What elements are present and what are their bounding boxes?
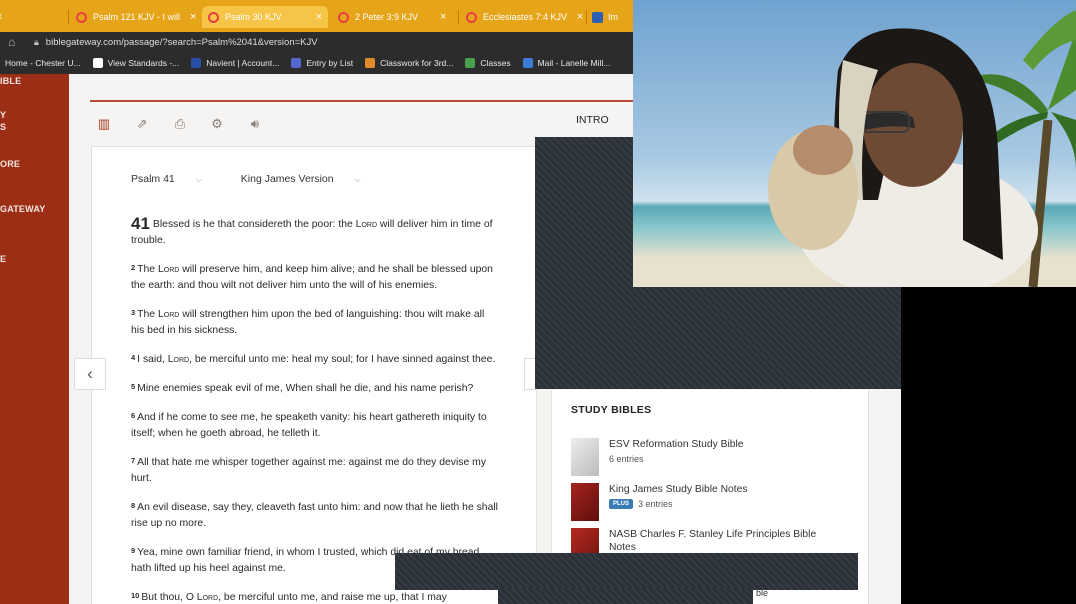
verse: 4I said, Lord, be merciful unto me: heal… (131, 353, 496, 365)
verse-list: 41 Blessed is he that considereth the poo… (131, 214, 499, 604)
study-bible-item[interactable]: ESV Reformation Study Bible 6 entries (571, 438, 861, 476)
tab-title: Im (608, 12, 618, 22)
browser-tab[interactable]: × (0, 6, 2, 28)
close-icon[interactable]: × (440, 11, 446, 23)
bookmark-item[interactable]: Navient | Account... (191, 58, 279, 68)
verse-number: 7 (131, 456, 136, 465)
verse-number: 6 (131, 411, 136, 420)
entries-count: 6 entries (609, 454, 644, 464)
verse-number: 9 (131, 546, 136, 555)
bookmarks-bar: · Home - Chester U... View Standards -..… (0, 52, 633, 74)
tab-title: Psalm 121 KJV - I will (93, 12, 181, 22)
verse: 10 But thou, O Lord, be merciful unto me,… (131, 591, 447, 603)
tab-intro[interactable]: INTRO (576, 114, 609, 126)
close-icon[interactable]: × (316, 11, 322, 23)
biblegateway-favicon-icon (338, 11, 349, 23)
browser-tab[interactable]: 2 Peter 3:9 KJV × (338, 6, 446, 28)
study-bible-name: King James Study Bible Notes (609, 484, 748, 495)
close-icon[interactable]: × (190, 11, 196, 23)
print-icon[interactable]: ⎙ (172, 116, 188, 132)
verse-number: 10 (131, 591, 140, 600)
study-bibles-heading: STUDY BIBLES (571, 404, 652, 416)
chevron-left-icon: ‹ (87, 364, 93, 383)
plus-badge: PLUS (609, 499, 634, 509)
biblegateway-favicon-icon (466, 11, 477, 23)
study-bible-name: NASB Charles F. Stanley Life Principles … (609, 529, 817, 553)
cross-favicon-icon (592, 11, 603, 23)
browser-tab-bar: × Psalm 121 KJV - I will × Psalm 30 KJV … (0, 0, 633, 32)
bookmark-icon (291, 58, 302, 68)
book-cover-image (571, 438, 599, 476)
study-bible-name: ESV Reformation Study Bible (609, 439, 744, 450)
bookmark-item[interactable]: Mail - Lanelle Mill... (522, 58, 610, 68)
parallel-view-icon[interactable]: ▥ (96, 116, 112, 132)
bookmark-item[interactable]: Classwork for 3rd... (365, 58, 453, 68)
overlay-block (498, 588, 753, 604)
bookmark-fragment: · (0, 58, 1, 68)
verse-number: 3 (131, 308, 136, 317)
browser-tab[interactable]: Psalm 121 KJV - I will × (76, 6, 196, 28)
bookmark-icon (365, 58, 376, 68)
overlay-block (395, 553, 858, 590)
nav-item[interactable]: GATEWAY (0, 204, 45, 214)
verse-number: 4 (131, 353, 136, 362)
tab-title: Ecclesiastes 7:4 KJV (483, 12, 568, 22)
left-nav (0, 74, 69, 604)
passage-select[interactable]: Psalm 41 ⌵ (131, 173, 220, 185)
bookmark-item[interactable]: Entry by List (291, 58, 353, 68)
navient-icon (191, 58, 202, 68)
overlay-block (535, 137, 633, 389)
tab-title: 2 Peter 3:9 KJV (355, 12, 419, 22)
audio-icon[interactable]: 🔊︎ (247, 116, 263, 132)
nav-item[interactable]: ORE (0, 159, 20, 169)
previous-chapter-button[interactable]: ‹ (74, 358, 106, 390)
nav-item[interactable]: S (0, 122, 6, 132)
bookmark-item[interactable]: Classes (465, 58, 511, 68)
tab-title: Psalm 30 KJV (225, 12, 282, 22)
entries-count: 3 entries (638, 499, 673, 509)
nav-item[interactable]: Y (0, 110, 6, 120)
verse: 8 An evil disease, say they, cleaveth fas… (131, 501, 498, 529)
share-icon[interactable]: ⇗ (134, 116, 150, 132)
settings-gear-icon[interactable]: ⚙ (209, 116, 225, 132)
overlay-block (633, 287, 901, 389)
book-cover-image (571, 483, 599, 521)
verse: 2 The Lord will preserve him, and keep hi… (131, 263, 493, 291)
page-icon (92, 58, 103, 68)
url-field[interactable]: biblegateway.com/passage/?search=Psalm%2… (46, 37, 318, 48)
classroom-icon (465, 58, 476, 68)
chevron-down-icon: ⌵ (354, 175, 361, 184)
close-icon[interactable]: × (577, 11, 583, 23)
verse-number: 2 (131, 263, 136, 272)
mail-icon (522, 58, 533, 68)
passage-selectors: Psalm 41 ⌵ King James Version ⌵ (131, 173, 397, 185)
browser-tab-active[interactable]: Psalm 30 KJV × (202, 6, 328, 28)
webcam-scene-image (768, 10, 1076, 287)
chevron-down-icon: ⌵ (195, 175, 202, 184)
verse-number: 5 (131, 382, 136, 391)
bookmark-item[interactable]: Home - Chester U... (5, 58, 81, 68)
biblegateway-favicon-icon (208, 11, 219, 23)
verse: 6 And if he come to see me, he speaketh v… (131, 411, 487, 439)
close-icon[interactable]: × (0, 11, 2, 23)
chapter-number: 41 (131, 214, 150, 233)
nav-item[interactable]: E (0, 254, 6, 264)
bookmark-item[interactable]: View Standards -... (92, 58, 179, 68)
browser-tab[interactable]: Im (592, 6, 618, 28)
verse: 7 All that hate me whisper together again… (131, 456, 487, 484)
browser-tab[interactable]: Ecclesiastes 7:4 KJV × (466, 6, 583, 28)
biblegateway-favicon-icon (76, 11, 87, 23)
lock-icon[interactable]: 🔒︎ (34, 37, 39, 48)
study-bible-item[interactable]: King James Study Bible Notes PLUS 3 entri… (571, 483, 861, 521)
nav-item[interactable]: IBLE (0, 76, 21, 86)
version-select[interactable]: King James Version ⌵ (241, 173, 379, 185)
home-icon[interactable]: ⌂ (8, 35, 22, 49)
webcam-video (633, 0, 1076, 287)
verse-number: 8 (131, 501, 136, 510)
verse: 5 Mine enemies speak evil of me, When sha… (131, 382, 474, 394)
address-bar: ⌂ 🔒︎ biblegateway.com/passage/?search=Ps… (0, 32, 633, 52)
verse: 3 The Lord will strengthen him upon the b… (131, 308, 485, 336)
verse: 41 Blessed is he that considereth the poo… (131, 214, 493, 246)
header-divider (90, 100, 633, 102)
